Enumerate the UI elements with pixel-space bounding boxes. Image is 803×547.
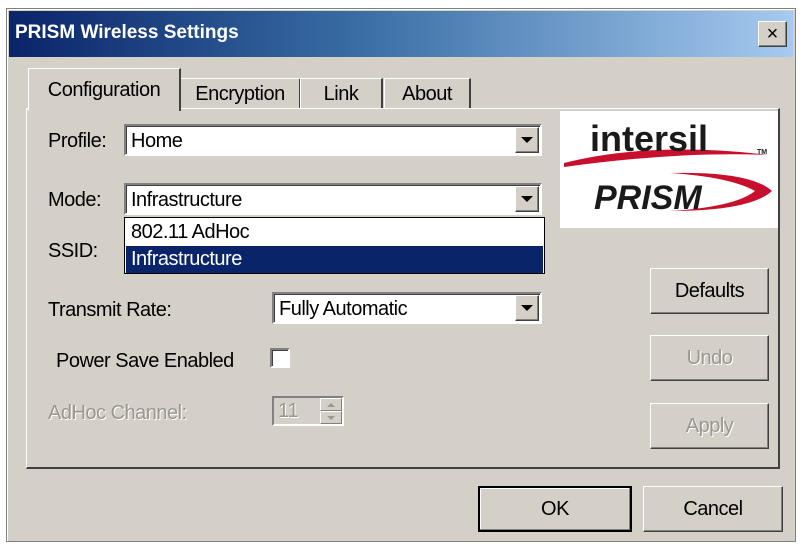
close-button[interactable]: × bbox=[758, 21, 787, 47]
intersil-prism-logo: intersil TM PRISM bbox=[560, 111, 778, 228]
spinner-down-button[interactable] bbox=[320, 411, 342, 424]
tab-encryption-label: Encryption bbox=[195, 82, 285, 105]
mode-dropdown-list: 802.11 AdHoc Infrastructure bbox=[124, 217, 545, 274]
defaults-button-label: Defaults bbox=[674, 279, 745, 302]
tab-link-label: Link bbox=[323, 82, 359, 105]
transmit-rate-select[interactable]: Fully Automatic bbox=[272, 292, 542, 324]
mode-option-adhoc[interactable]: 802.11 AdHoc bbox=[126, 219, 543, 246]
chevron-down-icon bbox=[521, 137, 533, 143]
adhoc-channel-label: AdHoc Channel: bbox=[48, 402, 187, 424]
tab-about-label: About bbox=[402, 82, 452, 105]
chevron-down-icon bbox=[521, 305, 533, 311]
arrow-up-icon bbox=[327, 402, 335, 407]
transmit-rate-label: Transmit Rate: bbox=[48, 299, 172, 321]
profile-dropdown-button[interactable] bbox=[515, 127, 539, 153]
ok-button[interactable]: OK bbox=[478, 486, 632, 532]
mode-dropdown-button[interactable] bbox=[515, 186, 539, 212]
profile-select[interactable]: Home bbox=[124, 124, 542, 156]
transmit-rate-value: Fully Automatic bbox=[279, 298, 408, 320]
undo-button[interactable]: Undo bbox=[650, 335, 769, 381]
cancel-button[interactable]: Cancel bbox=[643, 486, 783, 532]
mode-label: Mode: bbox=[48, 189, 102, 211]
mode-option-infrastructure[interactable]: Infrastructure bbox=[126, 246, 543, 273]
intersil-wordmark: intersil bbox=[590, 118, 708, 159]
profile-value: Home bbox=[131, 130, 183, 152]
spinner-buttons bbox=[320, 398, 342, 424]
arrow-down-icon bbox=[327, 415, 335, 420]
ok-button-label: OK bbox=[541, 497, 569, 520]
mode-value: Infrastructure bbox=[131, 189, 242, 211]
adhoc-channel-spinner[interactable]: 11 bbox=[272, 396, 344, 426]
profile-label: Profile: bbox=[48, 130, 107, 152]
chevron-down-icon bbox=[521, 196, 533, 202]
tab-encryption[interactable]: Encryption bbox=[180, 78, 301, 109]
close-icon: × bbox=[766, 23, 779, 45]
tab-configuration[interactable]: Configuration bbox=[28, 68, 181, 111]
tab-about[interactable]: About bbox=[384, 78, 471, 109]
power-save-checkbox[interactable] bbox=[270, 348, 290, 368]
ssid-label: SSID: bbox=[48, 240, 98, 262]
power-save-label: Power Save Enabled bbox=[56, 350, 234, 372]
window-title: PRISM Wireless Settings bbox=[15, 22, 239, 43]
trademark-mark: TM bbox=[757, 149, 767, 156]
tab-configuration-label: Configuration bbox=[47, 78, 161, 101]
undo-button-label: Undo bbox=[686, 346, 733, 369]
apply-button-label: Apply bbox=[685, 414, 734, 437]
spinner-up-button[interactable] bbox=[320, 398, 342, 411]
brand-logo-graphic: intersil TM PRISM bbox=[564, 118, 772, 217]
defaults-button[interactable]: Defaults bbox=[650, 268, 769, 314]
cancel-button-label: Cancel bbox=[683, 497, 743, 520]
prism-wordmark: PRISM bbox=[594, 179, 702, 217]
mode-select[interactable]: Infrastructure bbox=[124, 183, 542, 215]
title-bar[interactable]: PRISM Wireless Settings × bbox=[9, 11, 793, 57]
adhoc-channel-value: 11 bbox=[278, 400, 299, 422]
tab-link[interactable]: Link bbox=[300, 78, 383, 109]
transmit-rate-dropdown-button[interactable] bbox=[515, 295, 539, 321]
apply-button[interactable]: Apply bbox=[650, 403, 769, 449]
